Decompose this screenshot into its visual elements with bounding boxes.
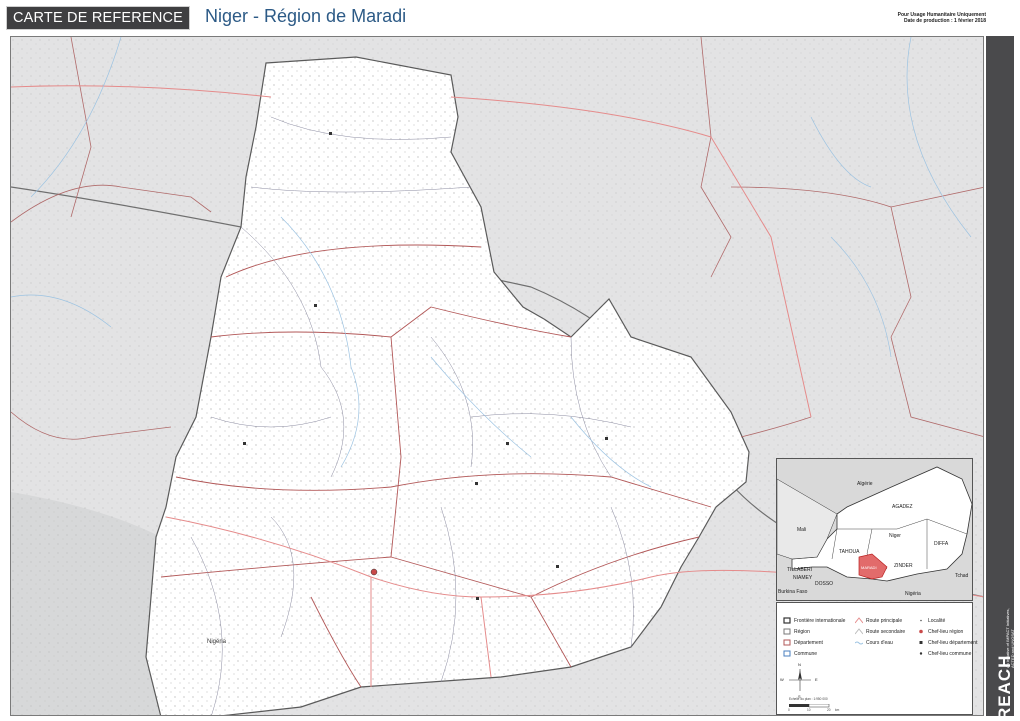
compass-n: N xyxy=(798,662,801,667)
inset-zinder: ZINDER xyxy=(894,563,913,569)
production-date: Date de production : 1 février 2018 xyxy=(904,18,986,24)
legend-item: Chef-lieu commune xyxy=(917,650,971,657)
map-type-badge: CARTE DE REFERENCE xyxy=(6,6,190,30)
scale-bar xyxy=(789,704,830,708)
scale-label: Echelle du plan : 1:950 000 xyxy=(789,697,828,701)
commune-border-icon xyxy=(783,650,791,657)
compass-icon xyxy=(789,669,811,691)
river-icon xyxy=(855,641,863,645)
compass-e: E xyxy=(815,677,818,682)
scale-tick: 20 xyxy=(827,708,831,712)
legend-item: Route principale xyxy=(855,617,902,624)
legend-item: Commune xyxy=(783,650,817,657)
header-meta: Pour Usage Humanitaire Uniquement Date d… xyxy=(898,12,986,24)
department-border-icon xyxy=(783,639,791,646)
inset-maradi: MARADI xyxy=(861,565,877,570)
main-road-icon xyxy=(855,617,863,624)
international-border-icon xyxy=(783,617,791,624)
legend-item: Frontière internationale xyxy=(783,617,845,624)
secondary-road-icon xyxy=(855,628,863,635)
inset-algeria: Algérie xyxy=(857,481,873,487)
inset-niger: Niger xyxy=(889,533,901,539)
inset-mali: Mali xyxy=(797,527,807,533)
inset-tahoua: TAHOUA xyxy=(839,549,860,555)
inset-tchad: Tchad xyxy=(955,573,969,579)
region-capital-icon xyxy=(919,629,923,634)
compass-w: W xyxy=(780,677,784,682)
legend-item: Localité xyxy=(917,617,945,624)
legend-item: Département xyxy=(783,639,823,646)
legend-item: Route secondaire xyxy=(855,628,905,635)
scale-tick: 10 xyxy=(807,708,811,712)
map-title: Niger - Région de Maradi xyxy=(205,6,407,26)
inset-tillaberi: TILLABERI xyxy=(787,567,813,573)
legend-item: Chef-lieu département xyxy=(917,639,977,646)
legend-item: Région xyxy=(783,628,810,635)
legend-item: Chef-lieu région xyxy=(917,628,963,635)
scale-tick: 0 xyxy=(788,708,790,712)
inset-diffa: DIFFA xyxy=(934,541,949,547)
inset-niamey: NIAMEY xyxy=(793,575,813,581)
legend-item: Cours d'eau xyxy=(855,639,893,646)
inset-map: Algérie AGADEZ Mali Niger DIFFA TAHOUA Z… xyxy=(776,458,973,601)
inset-burkina: Burkina Faso xyxy=(778,589,808,595)
inset-agadez: AGADEZ xyxy=(892,504,913,510)
reach-tagline: An initiative of IMPACT Initiatives, ACT… xyxy=(1005,608,1015,668)
legend: Frontière internationale Région Départem… xyxy=(776,602,977,715)
inset-dosso: DOSSO xyxy=(815,581,834,587)
region-border-icon xyxy=(783,628,791,635)
inset-nigeria: Nigéria xyxy=(905,591,921,597)
locality-dot-icon xyxy=(920,619,922,622)
department-capital-icon xyxy=(919,641,923,644)
scale-unit: km xyxy=(835,708,840,712)
commune-capital-icon xyxy=(919,652,923,655)
nigeria-label: Nigéria xyxy=(207,639,227,645)
